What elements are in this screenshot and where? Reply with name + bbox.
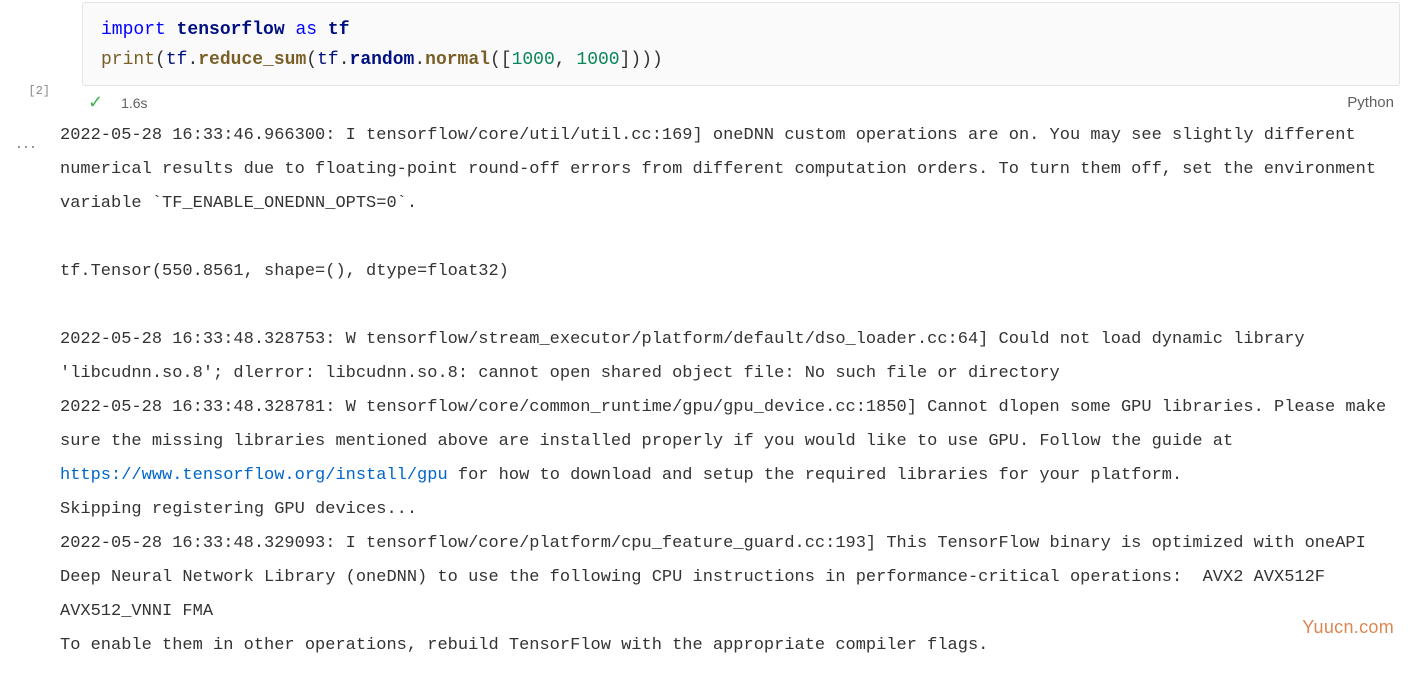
cell-status-bar: ✓ 1.6s Python <box>82 92 1400 113</box>
code-dot: . <box>414 50 425 70</box>
code-attr-random: random <box>350 50 415 70</box>
code-keyword-as: as <box>295 20 317 40</box>
code-module: tensorflow <box>177 20 285 40</box>
output-line: tf.Tensor(550.8561, shape=(), dtype=floa… <box>60 262 509 281</box>
language-label[interactable]: Python <box>1347 94 1394 111</box>
code-dot: . <box>187 50 198 70</box>
code-var-tf: tf <box>317 50 339 70</box>
notebook-cell: [2] ··· import tensorflow as tf print(tf… <box>0 0 1412 663</box>
code-number: 1000 <box>512 50 555 70</box>
output-line: Skipping registering GPU devices... <box>60 500 417 519</box>
cell-gutter: [2] <box>0 0 58 663</box>
execution-time: 1.6s <box>121 95 147 111</box>
check-icon: ✓ <box>88 92 103 113</box>
code-func-print: print <box>101 50 155 70</box>
code-paren: ([ <box>490 50 512 70</box>
more-actions-icon[interactable]: ··· <box>16 136 37 157</box>
cell-main-column: import tensorflow as tf print(tf.reduce_… <box>58 0 1412 663</box>
code-dot: . <box>339 50 350 70</box>
output-line: 2022-05-28 16:33:48.328753: W tensorflow… <box>60 330 1315 383</box>
code-func-normal: normal <box>425 50 490 70</box>
cell-output[interactable]: 2022-05-28 16:33:46.966300: I tensorflow… <box>60 119 1408 663</box>
tensorflow-gpu-link[interactable]: https://www.tensorflow.org/install/gpu <box>60 466 448 485</box>
code-var-tf: tf <box>166 50 188 70</box>
output-line: 2022-05-28 16:33:46.966300: I tensorflow… <box>60 126 1386 213</box>
watermark-text: Yuucn.com <box>1302 617 1394 638</box>
code-func-reduce-sum: reduce_sum <box>198 50 306 70</box>
execution-count: [2] <box>28 84 50 98</box>
code-paren: ( <box>306 50 317 70</box>
code-number: 1000 <box>576 50 619 70</box>
code-paren: ( <box>155 50 166 70</box>
output-line: 2022-05-28 16:33:48.329093: I tensorflow… <box>60 534 1376 621</box>
output-line: 2022-05-28 16:33:48.328781: W tensorflow… <box>60 398 1396 451</box>
code-editor[interactable]: import tensorflow as tf print(tf.reduce_… <box>82 2 1400 86</box>
output-line: for how to download and setup the requir… <box>448 466 1183 485</box>
output-line: To enable them in other operations, rebu… <box>60 636 988 655</box>
code-keyword-import: import <box>101 20 166 40</box>
code-paren: ]))) <box>620 50 663 70</box>
code-comma: , <box>555 50 577 70</box>
code-alias: tf <box>328 20 350 40</box>
